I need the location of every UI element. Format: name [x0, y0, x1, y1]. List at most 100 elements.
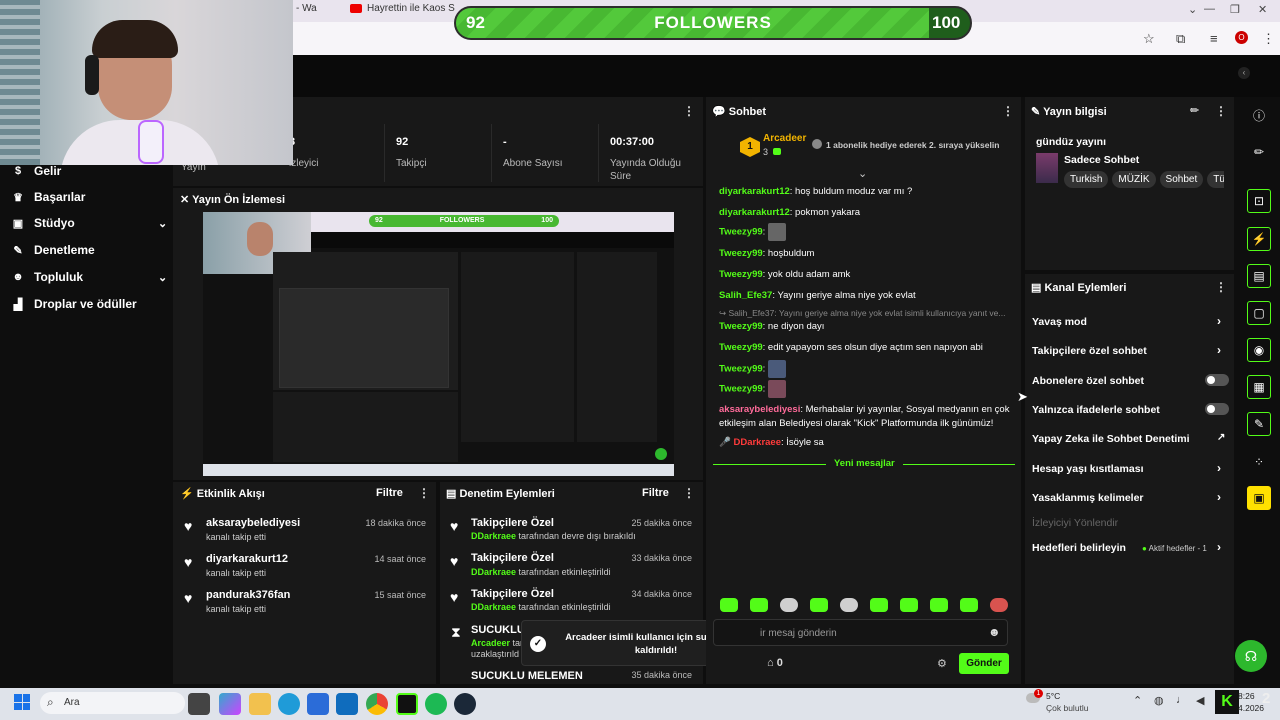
chat-user[interactable]: Tweezy99 — [719, 384, 763, 395]
clock-date[interactable]: 4.2026 — [1238, 703, 1264, 713]
new-messages-label[interactable]: Yeni mesajlar — [826, 458, 903, 469]
chat-user[interactable]: diyarkarakurt12 — [719, 186, 790, 197]
stream-info-menu-icon[interactable]: ⋮ — [1215, 104, 1227, 118]
external-link-icon[interactable]: ↗ — [1217, 432, 1225, 443]
emotes-only-toggle[interactable] — [1205, 403, 1229, 415]
stats-menu-icon[interactable]: ⋮ — [683, 104, 695, 118]
weather-desc[interactable]: Çok bulutlu — [1046, 703, 1089, 713]
nav-item-drops[interactable]: ▟ Droplar ve ödüller — [12, 297, 162, 311]
points-display[interactable]: ⌂ 0 — [767, 657, 783, 669]
store-icon[interactable] — [307, 693, 329, 715]
chrome-icon[interactable] — [366, 693, 388, 715]
slow-mode-label[interactable]: Yavaş mod — [1032, 316, 1087, 328]
kick-app-icon[interactable] — [396, 693, 418, 715]
notification-count[interactable]: 2 — [1262, 690, 1270, 707]
emote-icon[interactable] — [990, 598, 1008, 612]
moderator-name[interactable]: DDarkraee — [471, 602, 516, 612]
outlook-icon[interactable] — [336, 693, 358, 715]
chevron-right-icon[interactable]: › — [1217, 490, 1221, 504]
nav-item-income[interactable]: $ Gelir — [12, 164, 162, 178]
task-view-icon[interactable] — [188, 693, 210, 715]
chat-user[interactable]: Tweezy99 — [719, 269, 763, 280]
chat-user[interactable]: Salih_Efe37 — [719, 290, 772, 301]
emote-icon[interactable] — [810, 598, 828, 612]
network-icon[interactable]: ◍ — [1154, 694, 1164, 707]
volume-icon[interactable]: ◀ — [1196, 694, 1204, 707]
emote-icon[interactable] — [840, 598, 858, 612]
activity-filter-button[interactable]: Filtre — [376, 487, 403, 499]
copilot-icon[interactable] — [219, 693, 241, 715]
info-icon[interactable]: ⓘ — [1247, 103, 1271, 127]
steam-icon[interactable] — [454, 693, 476, 715]
layout-icon[interactable]: ▦ — [1247, 375, 1271, 399]
age-limit-label[interactable]: Hesap yaşı kısıtlaması — [1032, 463, 1144, 475]
spotify-icon[interactable] — [425, 693, 447, 715]
kick-logo-icon[interactable]: K — [1215, 690, 1239, 714]
clock-time[interactable]: 8:26 — [1238, 691, 1255, 701]
chat-user[interactable]: Tweezy99 — [719, 321, 763, 332]
channel-actions-menu-icon[interactable]: ⋮ — [1215, 280, 1227, 294]
emote-icon[interactable] — [720, 598, 738, 612]
moderation-filter-button[interactable]: Filtre — [642, 487, 669, 499]
moderator-name[interactable]: Arcadeer — [471, 638, 510, 648]
file-explorer-icon[interactable] — [249, 693, 271, 715]
document-icon[interactable]: ▤ — [1247, 264, 1271, 288]
browser-tab-2[interactable]: Hayrettin ile Kaos Show - 2 — [350, 3, 455, 19]
chevron-right-icon[interactable]: › — [1217, 461, 1221, 475]
emote-icon[interactable] — [960, 598, 978, 612]
chevron-down-icon[interactable]: ⌄ — [1188, 3, 1197, 16]
activity-user[interactable]: aksaraybelediyesi — [206, 517, 300, 529]
collapse-icon[interactable]: ‹ — [1238, 67, 1250, 79]
category-thumbnail[interactable] — [1036, 153, 1058, 183]
chevron-down-icon[interactable]: ⌄ — [858, 167, 867, 180]
emoji-icon[interactable]: ☻ — [988, 625, 1001, 639]
browser-tab-1[interactable]: - Wa — [296, 3, 346, 19]
nav-item-moderation[interactable]: ✎ Denetleme — [12, 243, 162, 257]
nav-item-studio[interactable]: ▣ Stüdyo ⌄ — [12, 216, 167, 230]
tray-chevron-icon[interactable]: ⌃ — [1133, 694, 1142, 707]
close-icon[interactable]: ✕ — [1258, 3, 1267, 16]
clapper-icon[interactable]: ▣ — [1247, 486, 1271, 510]
tag-chip[interactable]: Tür — [1207, 171, 1224, 188]
extensions-icon[interactable]: ⧉ — [1176, 31, 1185, 47]
followers-only-label[interactable]: Takipçilere özel sohbet — [1032, 345, 1147, 357]
lightning-icon[interactable]: ⚡ — [1247, 227, 1271, 251]
profile-avatar[interactable]: O — [1235, 31, 1248, 44]
nav-item-achievements[interactable]: ♛ Başarılar — [12, 190, 162, 204]
emote-icon[interactable] — [900, 598, 918, 612]
chat-user[interactable]: Tweezy99 — [719, 248, 763, 259]
set-goals-label[interactable]: Hedefleri belirleyin — [1032, 542, 1126, 554]
support-headset-icon[interactable]: ☊ — [1235, 640, 1267, 672]
chat-user[interactable]: diyarkarakurt12 — [719, 207, 790, 218]
browser-menu-icon[interactable]: ⋮ — [1262, 31, 1275, 47]
moderator-name[interactable]: DDarkraee — [471, 531, 516, 541]
activity-menu-icon[interactable]: ⋮ — [418, 486, 430, 500]
emote-icon[interactable] — [930, 598, 948, 612]
mic-icon[interactable]: ♩ — [1176, 694, 1187, 706]
chat-user[interactable]: Tweezy99 — [719, 227, 763, 238]
stream-category[interactable]: Sadece Sohbet — [1064, 154, 1139, 166]
emote-icon[interactable] — [750, 598, 768, 612]
chat-menu-icon[interactable]: ⋮ — [1002, 104, 1014, 118]
chevron-right-icon[interactable]: › — [1217, 540, 1221, 554]
moderation-menu-icon[interactable]: ⋮ — [683, 486, 695, 500]
banned-words-label[interactable]: Yasaklanmış kelimeler — [1032, 492, 1144, 504]
windows-start-icon[interactable] — [14, 694, 30, 710]
moderator-name[interactable]: DDarkraee — [471, 567, 516, 577]
chevron-right-icon[interactable]: › — [1217, 314, 1221, 328]
edit-pencil-icon[interactable]: ✏ — [1190, 104, 1199, 117]
chat-icon[interactable]: ▢ — [1247, 301, 1271, 325]
pinned-user[interactable]: Arcadeer — [763, 133, 806, 144]
stream-preview[interactable]: 92 FOLLOWERS 100 — [203, 212, 674, 476]
broadcast-icon[interactable]: ◉ — [1247, 338, 1271, 362]
tag-chip[interactable]: Turkish — [1064, 171, 1109, 188]
maximize-icon[interactable]: ❐ — [1230, 3, 1240, 16]
chat-user[interactable]: Tweezy99 — [719, 342, 763, 353]
edit-icon[interactable]: ✏ — [1247, 140, 1271, 164]
wrench-icon[interactable]: ✎ — [1247, 412, 1271, 436]
taskbar-search[interactable]: ⌕ Ara — [40, 692, 185, 714]
bookmark-star-icon[interactable]: ☆ — [1143, 31, 1155, 47]
activity-user[interactable]: diyarkarakurt12 — [206, 553, 288, 565]
settings-gear-icon[interactable]: ⚙ — [937, 657, 947, 670]
scan-icon[interactable]: ⊡ — [1247, 189, 1271, 213]
